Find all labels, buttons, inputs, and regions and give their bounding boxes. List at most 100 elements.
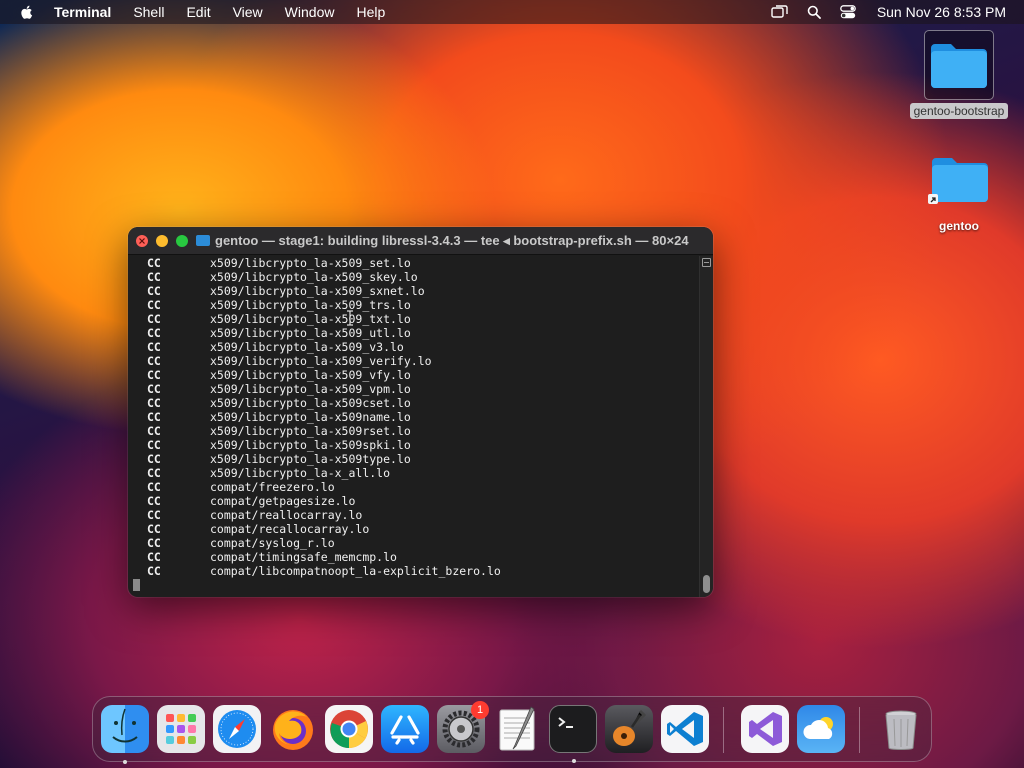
screen-mirroring-icon[interactable] [771, 3, 789, 21]
terminal-line: CC x509/libcrypto_la-x509_set.lo [128, 256, 696, 270]
terminal-line: CC x509/libcrypto_la-x509_vpm.lo [128, 382, 696, 396]
folder-icon [924, 30, 994, 100]
firefox-icon [273, 710, 313, 750]
menu-bar: Terminal Shell Edit View Window Help Sun… [0, 0, 1024, 24]
control-center-icon[interactable] [839, 3, 857, 21]
terminal-line: CC x509/libcrypto_la-x509_skey.lo [128, 270, 696, 284]
desktop-folder-label: gentoo [939, 219, 979, 233]
apple-menu-icon[interactable] [18, 3, 36, 21]
textedit-icon [499, 706, 535, 751]
trash-icon [885, 710, 917, 750]
build-object-path: x509/libcrypto_la-x509_utl.lo [210, 326, 411, 340]
dock-system-settings[interactable]: 1 [437, 701, 489, 753]
build-object-path: compat/reallocarray.lo [210, 508, 363, 522]
build-step-label: CC [147, 382, 161, 396]
dock-visual-studio[interactable] [741, 705, 789, 753]
menu-bar-clock[interactable]: Sun Nov 26 8:53 PM [877, 4, 1006, 20]
terminal-line: CC x509/libcrypto_la-x509type.lo [128, 452, 696, 466]
terminal-line: CC x509/libcrypto_la-x509cset.lo [128, 396, 696, 410]
terminal-cursor [133, 579, 140, 591]
dock: 1 [92, 696, 932, 764]
build-step-label: CC [147, 326, 161, 340]
dock-trash[interactable] [877, 705, 925, 753]
terminal-line: CC compat/syslog_r.lo [128, 536, 696, 550]
menu-app-name[interactable]: Terminal [54, 4, 111, 20]
dock-textedit[interactable] [493, 705, 541, 753]
safari-compass-icon [218, 710, 256, 748]
menu-shell[interactable]: Shell [133, 4, 164, 20]
menu-help[interactable]: Help [356, 4, 385, 20]
build-step-label: CC [147, 256, 161, 270]
dock-chrome[interactable] [325, 705, 373, 753]
dock-firefox[interactable] [269, 705, 317, 753]
minimize-window-button[interactable] [156, 234, 168, 247]
build-step-label: CC [147, 312, 161, 326]
terminal-line: CC x509/libcrypto_la-x509spki.lo [128, 438, 696, 452]
close-window-button[interactable] [136, 234, 148, 247]
terminal-output[interactable]: CC x509/libcrypto_la-x509_set.lo CC x509/li… [128, 256, 696, 597]
scrollbar-thumb[interactable] [703, 575, 710, 593]
vertical-scrollbar[interactable] [699, 256, 713, 597]
build-object-path: compat/libcompatnoopt_la-explicit_bzero.… [210, 564, 501, 578]
build-step-label: CC [147, 270, 161, 284]
desktop-folder-label: gentoo-bootstrap [909, 103, 1009, 119]
terminal-line: CC x509/libcrypto_la-x509rset.lo [128, 424, 696, 438]
build-object-path: x509/libcrypto_la-x509_vfy.lo [210, 368, 411, 382]
terminal-line: CC compat/libcompatnoopt_la-explicit_bzer… [128, 564, 696, 578]
build-object-path: compat/syslog_r.lo [210, 536, 335, 550]
dock-app-store[interactable] [381, 705, 429, 753]
build-object-path: x509/libcrypto_la-x509_sxnet.lo [210, 284, 425, 298]
build-object-path: x509/libcrypto_la-x509_vpm.lo [210, 382, 411, 396]
dock-launchpad[interactable] [157, 705, 205, 753]
menu-view[interactable]: View [233, 4, 263, 20]
window-titlebar[interactable]: gentoo — stage1: building libressl-3.4.3… [128, 227, 713, 255]
build-object-path: x509/libcrypto_la-x509_v3.lo [210, 340, 404, 354]
build-step-label: CC [147, 550, 161, 564]
menu-window[interactable]: Window [285, 4, 335, 20]
terminal-line: CC x509/libcrypto_la-x_all.lo [128, 466, 696, 480]
dock-terminal[interactable] [549, 705, 597, 763]
terminal-line: CC compat/timingsafe_memcmp.lo [128, 550, 696, 564]
split-pane-icon[interactable] [702, 258, 711, 267]
finder-icon [112, 708, 138, 743]
menu-edit[interactable]: Edit [186, 4, 210, 20]
terminal-prompt-icon [558, 717, 573, 728]
vscode-icon [667, 712, 703, 746]
build-step-label: CC [147, 368, 161, 382]
build-step-label: CC [147, 438, 161, 452]
build-step-label: CC [147, 340, 161, 354]
dock-separator [723, 707, 724, 753]
build-step-label: CC [147, 466, 161, 480]
dock-weather[interactable] [797, 705, 845, 753]
build-object-path: compat/timingsafe_memcmp.lo [210, 550, 397, 564]
build-step-label: CC [147, 522, 161, 536]
visual-studio-icon [749, 712, 782, 746]
build-object-path: x509/libcrypto_la-x509rset.lo [210, 424, 411, 438]
terminal-line: CC compat/getpagesize.lo [128, 494, 696, 508]
desktop-folder-gentoo[interactable]: gentoo [900, 145, 1018, 234]
terminal-line: CC x509/libcrypto_la-x509name.lo [128, 410, 696, 424]
build-step-label: CC [147, 354, 161, 368]
dock-safari[interactable] [213, 705, 261, 753]
build-object-path: x509/libcrypto_la-x509type.lo [210, 452, 411, 466]
dock-garageband[interactable] [605, 705, 653, 753]
spotlight-search-icon[interactable] [805, 3, 823, 21]
terminal-line: CC x509/libcrypto_la-x509_utl.lo [128, 326, 696, 340]
build-object-path: x509/libcrypto_la-x509_skey.lo [210, 270, 418, 284]
build-object-path: compat/getpagesize.lo [210, 494, 356, 508]
build-object-path: x509/libcrypto_la-x509_verify.lo [210, 354, 432, 368]
folder-alias-icon [924, 145, 994, 215]
terminal-line: CC x509/libcrypto_la-x509_sxnet.lo [128, 284, 696, 298]
desktop-folder-gentoo-bootstrap[interactable]: gentoo-bootstrap [900, 30, 1018, 119]
zoom-window-button[interactable] [176, 234, 188, 247]
build-step-label: CC [147, 396, 161, 410]
build-step-label: CC [147, 480, 161, 494]
terminal-window[interactable]: gentoo — stage1: building libressl-3.4.3… [128, 227, 713, 597]
guitar-icon [613, 709, 647, 746]
dock-vscode[interactable] [661, 705, 709, 753]
terminal-line: CC x509/libcrypto_la-x509_vfy.lo [128, 368, 696, 382]
terminal-line: CC compat/freezero.lo [128, 480, 696, 494]
build-object-path: x509/libcrypto_la-x509cset.lo [210, 396, 411, 410]
dock-finder[interactable] [101, 705, 149, 764]
build-step-label: CC [147, 298, 161, 312]
